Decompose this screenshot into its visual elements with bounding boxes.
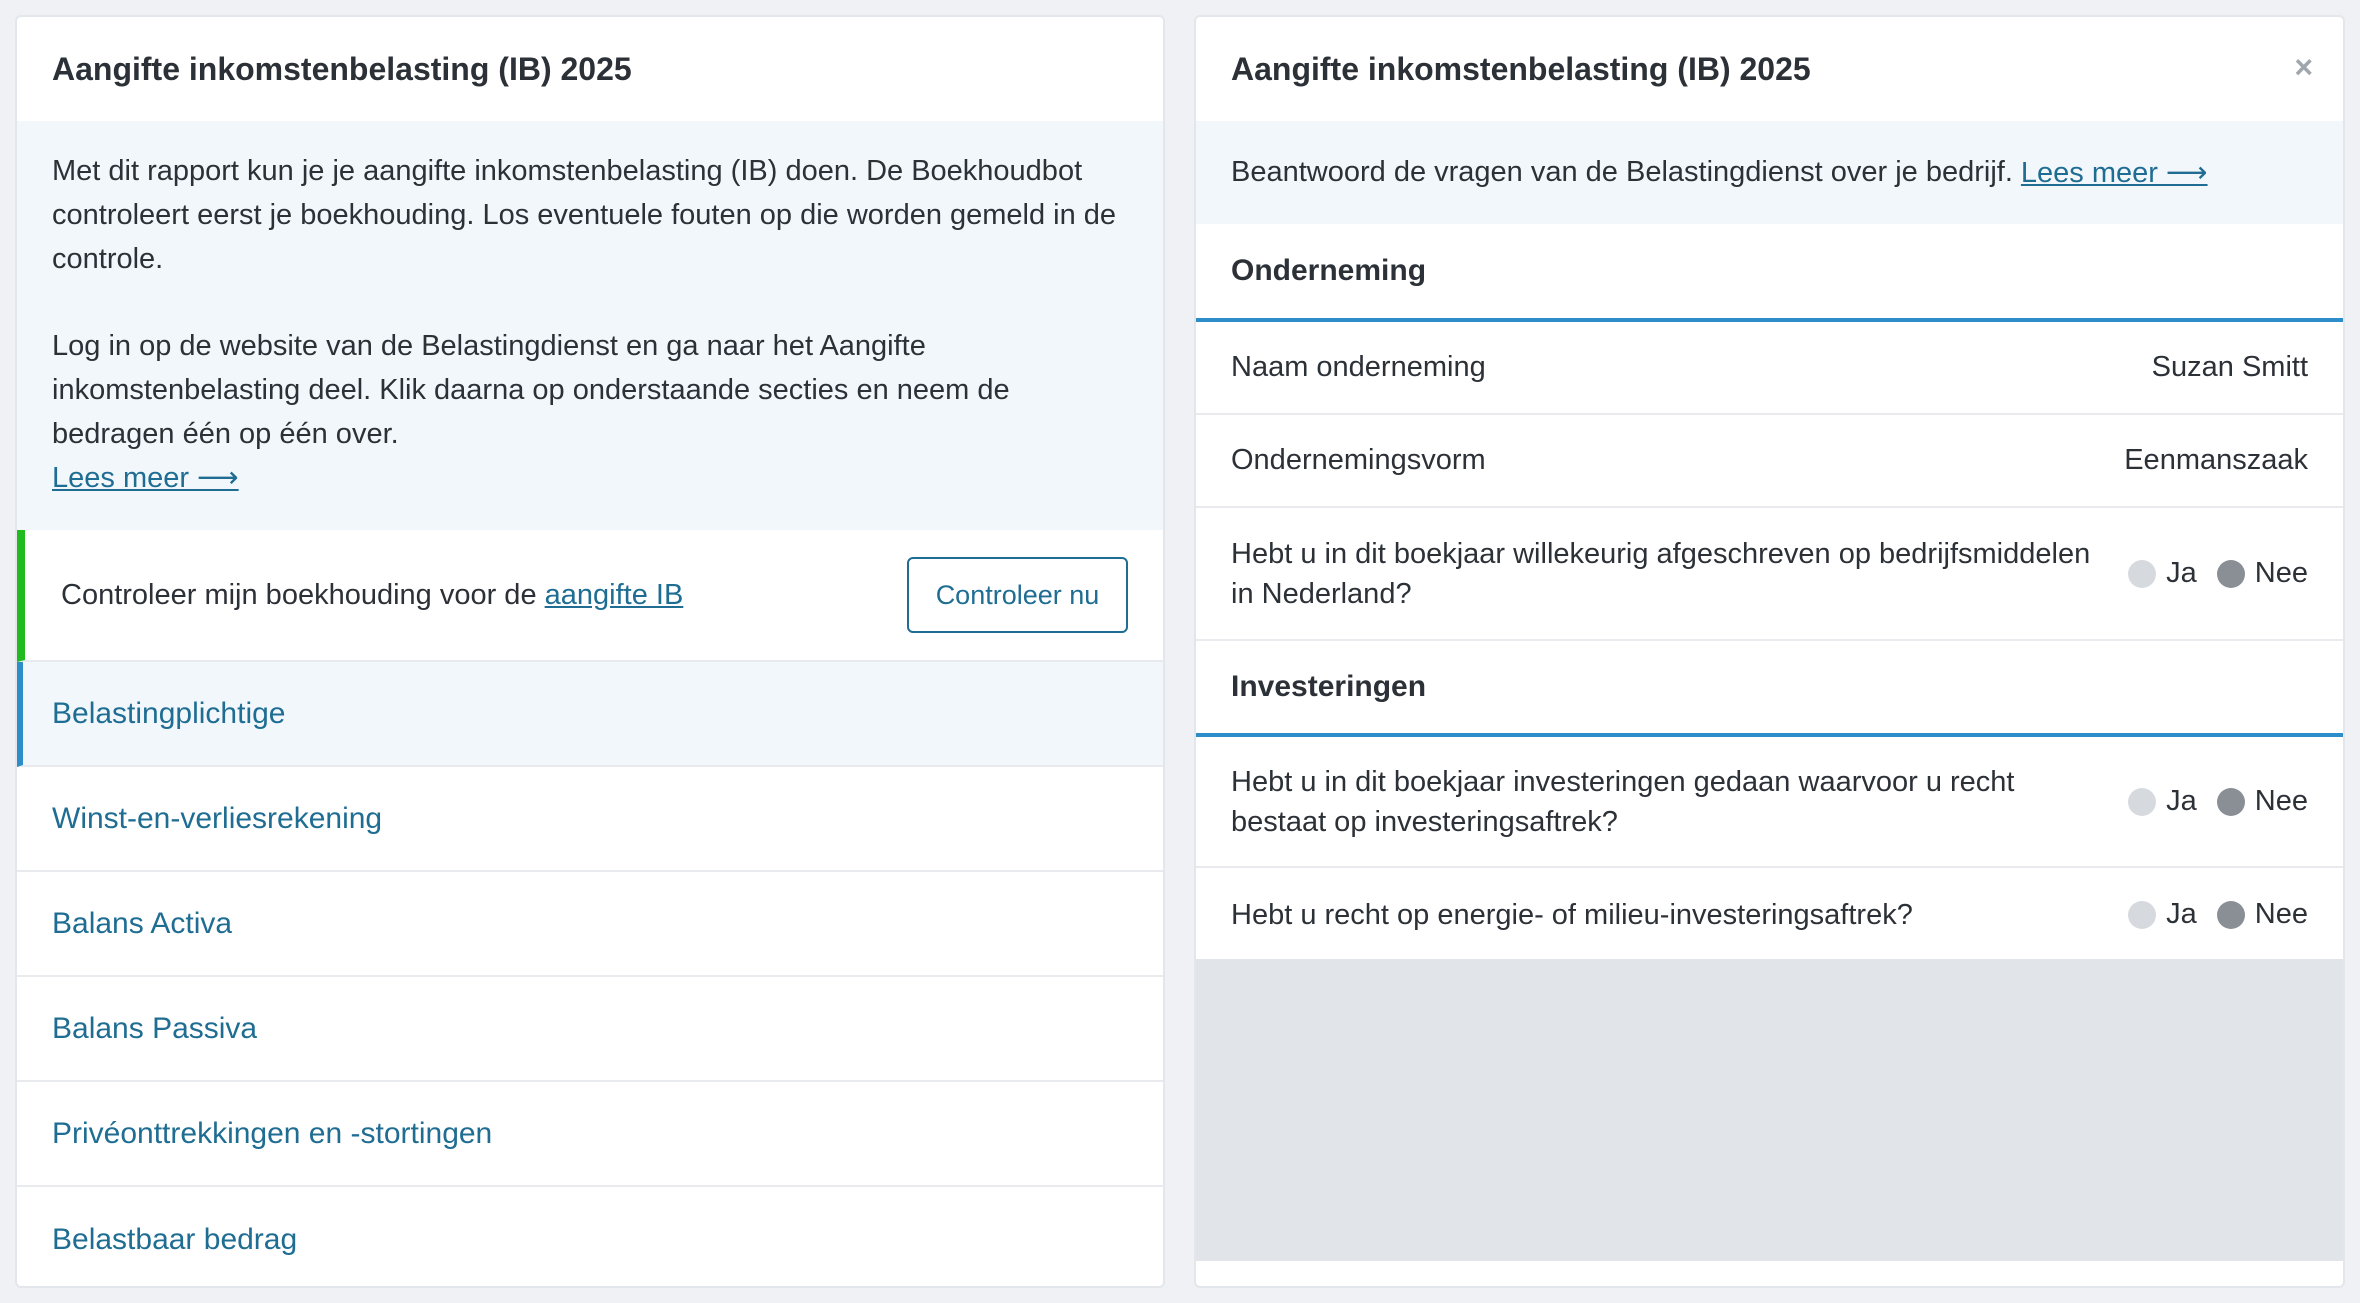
- field-row-ondernemingsvorm: Ondernemingsvorm Eenmanszaak: [1196, 415, 2343, 508]
- radio-ja[interactable]: Ja: [2128, 557, 2197, 590]
- radio-circle-icon: [2216, 900, 2245, 929]
- report-panel: Aangifte inkomstenbelasting (IB) 2025 Me…: [15, 15, 1165, 1288]
- question-text: Hebt u in dit boekjaar investeringen ged…: [1231, 765, 2015, 838]
- nav-item-priveonttrekkingen[interactable]: Privéonttrekkingen en -stortingen: [17, 1082, 1163, 1187]
- read-more-link[interactable]: Lees meer ⟶: [52, 462, 239, 494]
- check-now-button[interactable]: Controleer nu: [907, 557, 1128, 633]
- radio-circle-icon: [2128, 900, 2157, 929]
- section-title-onderneming: Onderneming: [1196, 224, 2343, 322]
- panel-title: Aangifte inkomstenbelasting (IB) 2025: [52, 50, 632, 87]
- yes-no-radio-group: Ja Nee: [2108, 557, 2308, 590]
- empty-area: [1196, 959, 2343, 1261]
- detail-panel: Aangifte inkomstenbelasting (IB) 2025 × …: [1194, 15, 2345, 1288]
- radio-nee[interactable]: Nee: [2216, 557, 2308, 590]
- field-label: Naam onderneming: [1231, 351, 1486, 383]
- nav-item-belastbaar-bedrag[interactable]: Belastbaar bedrag: [17, 1187, 1163, 1286]
- radio-ja[interactable]: Ja: [2128, 785, 2197, 818]
- question-text: Hebt u recht op energie- of milieu-inves…: [1231, 898, 1913, 931]
- intro-text: Log in op de website van de Belastingdie…: [52, 330, 1010, 450]
- aangifte-ib-link[interactable]: aangifte IB: [545, 579, 684, 611]
- intro-box: Beantwoord de vragen van de Belastingdie…: [1196, 121, 2343, 224]
- nav-item-belastingplichtige[interactable]: Belastingplichtige: [17, 662, 1163, 767]
- nav-item-balans-passiva[interactable]: Balans Passiva: [17, 977, 1163, 1082]
- radio-nee[interactable]: Nee: [2216, 785, 2308, 818]
- field-value: Suzan Smitt: [2151, 351, 2308, 383]
- yes-no-radio-group: Ja Nee: [2108, 898, 2308, 931]
- radio-circle-icon: [2216, 787, 2245, 816]
- intro-paragraph: Log in op de website van de Belastingdie…: [52, 324, 1128, 500]
- check-text: Controleer mijn boekhouding voor de aang…: [61, 578, 684, 611]
- read-more-link[interactable]: Lees meer ⟶: [2021, 155, 2208, 190]
- nav-item-balans-activa[interactable]: Balans Activa: [17, 872, 1163, 977]
- field-value: Eenmanszaak: [2124, 444, 2308, 476]
- radio-circle-icon: [2128, 559, 2157, 588]
- question-row-willekeurig-afgeschreven: Hebt u in dit boekjaar willekeurig afges…: [1196, 508, 2343, 639]
- question-row-energie-milieu-aftrek: Hebt u recht op energie- of milieu-inves…: [1196, 868, 2343, 961]
- close-icon[interactable]: ×: [2294, 51, 2313, 83]
- radio-circle-icon: [2216, 559, 2245, 588]
- check-bookkeeping-row: Controleer mijn boekhouding voor de aang…: [17, 530, 1163, 662]
- intro-text: Beantwoord de vragen van de Belastingdie…: [1231, 156, 2013, 188]
- question-text: Hebt u in dit boekjaar willekeurig afges…: [1231, 537, 2091, 610]
- question-row-investeringsaftrek: Hebt u in dit boekjaar investeringen ged…: [1196, 737, 2343, 868]
- nav-item-winst-en-verliesrekening[interactable]: Winst-en-verliesrekening: [17, 767, 1163, 872]
- radio-ja[interactable]: Ja: [2128, 898, 2197, 931]
- radio-circle-icon: [2128, 787, 2157, 816]
- intro-box: Met dit rapport kun je je aangifte inkom…: [17, 121, 1163, 530]
- section-title-investeringen: Investeringen: [1196, 639, 2343, 737]
- radio-nee[interactable]: Nee: [2216, 898, 2308, 931]
- field-row-naam-onderneming: Naam onderneming Suzan Smitt: [1196, 322, 2343, 415]
- intro-paragraph: Met dit rapport kun je je aangifte inkom…: [52, 155, 1117, 275]
- field-label: Ondernemingsvorm: [1231, 444, 1486, 476]
- yes-no-radio-group: Ja Nee: [2108, 785, 2308, 818]
- panel-title: Aangifte inkomstenbelasting (IB) 2025 ×: [1231, 49, 2313, 87]
